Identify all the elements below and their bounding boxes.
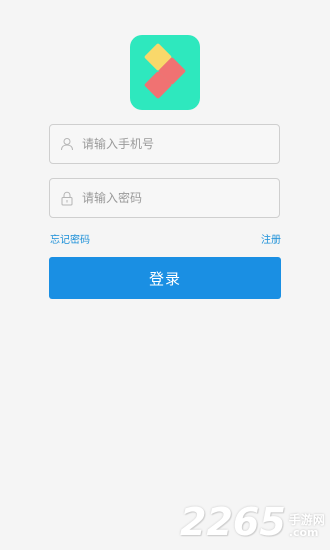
watermark-text-com: .com	[288, 525, 319, 539]
login-button[interactable]: 登录	[49, 257, 281, 299]
phone-input[interactable]	[82, 137, 262, 151]
watermark: 2265 手游网 .com	[180, 497, 325, 541]
app-logo-icon	[130, 35, 200, 110]
watermark-number: 2265	[180, 500, 286, 544]
lock-icon	[52, 178, 82, 218]
register-link[interactable]: 注册	[261, 231, 281, 246]
watermark-text: 手游网 .com	[288, 512, 325, 539]
watermark-text-cn: 手游网	[288, 512, 325, 527]
user-icon	[52, 124, 82, 164]
password-input[interactable]	[82, 191, 262, 205]
phone-field[interactable]	[49, 124, 280, 164]
password-field[interactable]	[49, 178, 280, 218]
forgot-password-link[interactable]: 忘记密码	[50, 231, 90, 246]
